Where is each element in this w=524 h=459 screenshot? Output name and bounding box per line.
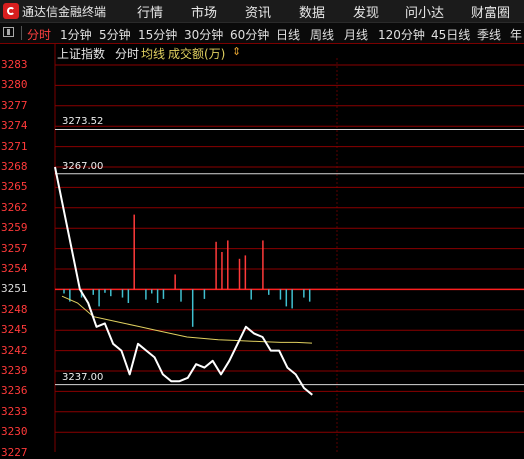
y-tick-label: 3268 [1,160,28,173]
y-tick-label: 3265 [1,180,28,194]
price-line [54,166,313,396]
reference-line-label: 3267.00 [62,160,104,172]
y-tick-label: 3283 [1,58,28,71]
y-tick-label: 3262 [1,200,28,214]
y-tick-label: 3236 [1,384,28,398]
y-tick-label: 3259 [1,221,28,235]
y-tick-label: 3274 [1,119,28,133]
y-tick-label: 3257 [1,241,28,255]
reference-line-label: 3273.52 [62,116,104,128]
y-tick-label: 3230 [1,425,28,439]
y-tick-label: 3277 [1,98,28,112]
y-tick-label: 3251 [1,282,28,296]
y-tick-label: 3280 [1,78,28,92]
intraday-chart[interactable] [0,0,524,452]
y-tick-label: 3242 [1,343,28,357]
reference-line-label: 3237.00 [62,371,104,383]
y-tick-label: 3254 [1,262,28,275]
y-tick-label: 3245 [1,323,28,337]
y-tick-label: 3248 [1,302,28,316]
y-tick-label: 3227 [1,445,28,459]
y-tick-label: 3271 [1,139,28,153]
y-tick-label: 3239 [1,364,28,377]
y-tick-label: 3233 [1,404,28,418]
